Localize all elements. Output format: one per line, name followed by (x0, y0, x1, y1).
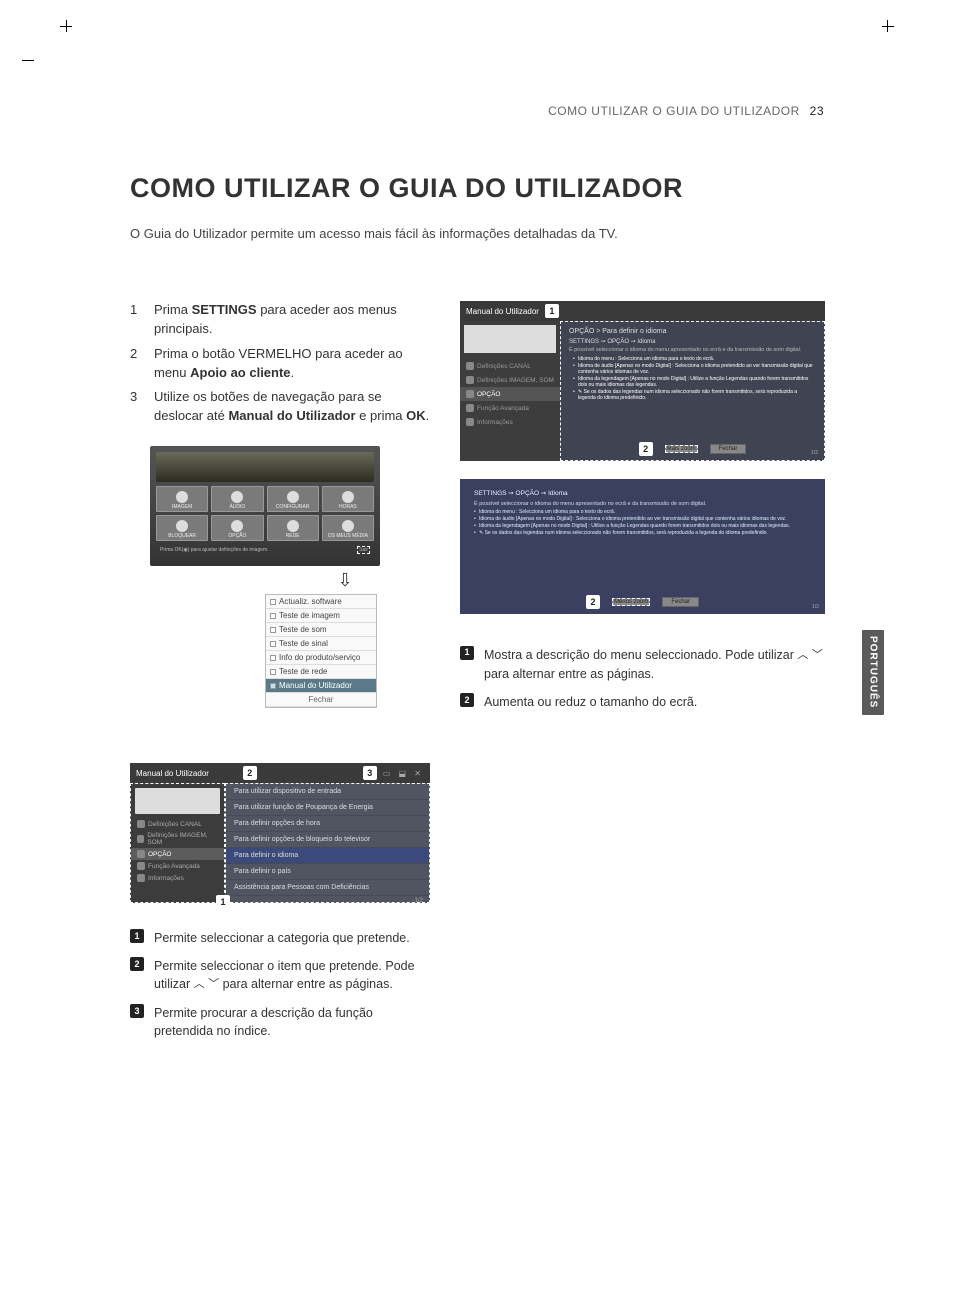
language-side-tab: PORTUGUÊS (862, 630, 884, 715)
left-column: 1 Prima SETTINGS para aceder aos menus p… (130, 301, 430, 1051)
items-panel: Para utilizar dispositivo de entrada Par… (225, 783, 430, 903)
description-text: É possível seleccionar o idioma do menu … (569, 347, 816, 354)
breadcrumb-path: SETTINGS ➙ OPÇÃO ➙ Idioma (474, 489, 811, 497)
callout-badge: 2 (460, 693, 474, 707)
running-head-text: COMO UTILIZAR O GUIA DO UTILIZADOR (548, 104, 800, 118)
breadcrumb: OPÇÃO > Para definir o idioma (569, 328, 816, 335)
chevron-up-icon: ︿ (194, 977, 205, 993)
pager: 1/2 (812, 604, 819, 610)
zoom-in-button: Mais zoom (665, 445, 698, 453)
step-text: Utilize os botões de navegação para se d… (154, 388, 430, 426)
page-number: 23 (810, 104, 824, 118)
callout-badge: 2 (130, 957, 144, 971)
breadcrumb-path: SETTINGS ➙ OPÇÃO ➙ Idioma (569, 338, 816, 345)
left-callouts: 1 Permite seleccionar a categoria que pr… (130, 929, 430, 1040)
tv-footer-exit: Sair (357, 546, 370, 554)
callout-badge: 3 (130, 1004, 144, 1018)
callout-badge: 1 (130, 929, 144, 943)
callout-text: Permite procurar a descrição da função p… (154, 1004, 430, 1040)
description-text: É possível seleccionar o idioma do menu … (474, 501, 811, 507)
callout-text: Permite seleccionar a categoria que pret… (154, 929, 430, 947)
category-sidebar: Definições CANAL Definições IMAGEM, SOM … (130, 783, 225, 903)
step-number: 3 (130, 388, 140, 426)
down-arrow-icon: ⇩ (260, 570, 430, 591)
steps-list: 1 Prima SETTINGS para aceder aos menus p… (130, 301, 430, 426)
chevron-down-icon: ﹀ (208, 977, 219, 993)
chevron-down-icon: ﹀ (812, 648, 823, 664)
user-manual-zoomed-screenshot: SETTINGS ➙ OPÇÃO ➙ Idioma É possível sel… (460, 479, 825, 614)
step-number: 2 (130, 345, 140, 383)
menu-tile: ÁUDIO (211, 486, 263, 512)
callout-badge-1: 1 (216, 895, 230, 909)
close-button: Fechar (710, 444, 747, 454)
chevron-up-icon: ︿ (797, 648, 808, 664)
page-title: COMO UTILIZAR O GUIA DO UTILIZADOR (130, 173, 824, 204)
support-dropdown-screenshot: Actualiz. software Teste de imagem Teste… (265, 594, 377, 708)
pager: 1/2 (811, 450, 818, 456)
callout-text: Mostra a descrição do menu seleccionado.… (484, 646, 825, 683)
zoom-out-button: Menos zoom (612, 598, 650, 606)
menu-tile: IMAGEM (156, 486, 208, 512)
callout-badge-1: 1 (545, 304, 559, 318)
callout-text: Permite seleccionar o item que pretende.… (154, 957, 430, 994)
window-title: Manual do Utilizador (466, 307, 539, 316)
callout-badge-3: 3 (363, 766, 377, 780)
callout-text: Aumenta ou reduz o tamanho do ecrã. (484, 693, 825, 711)
callout-badge-2: 2 (243, 766, 257, 780)
window-title: Manual do Utilizador (136, 769, 209, 778)
running-head: COMO UTILIZAR O GUIA DO UTILIZADOR 23 (130, 104, 824, 118)
menu-tile: OPÇÃO (211, 515, 263, 541)
menu-tile: HORAS (322, 486, 374, 512)
callout-badge-2: 2 (586, 595, 600, 609)
menu-tile: CONFIGURAR (267, 486, 319, 512)
right-callouts: 1 Mostra a descrição do menu seleccionad… (460, 646, 825, 711)
user-manual-detail-screenshot: Manual do Utilizador 1 Definições CANAL … (460, 301, 825, 461)
close-button: Fechar (662, 597, 699, 607)
menu-tile: REDE (267, 515, 319, 541)
user-manual-categories-screenshot: Manual do Utilizador 2 3 ▭ ⬓ ✕ Definiçõe… (130, 763, 430, 903)
step-text: Prima SETTINGS para aceder aos menus pri… (154, 301, 430, 339)
step-text: Prima o botão VERMELHO para aceder ao me… (154, 345, 430, 383)
tv-main-menu-screenshot: IMAGEM ÁUDIO CONFIGURAR HORAS BLOQUEAR O… (150, 446, 380, 566)
menu-tile: OS MEUS MÉDIA (322, 515, 374, 541)
tv-footer-hint: Prima OK(◉) para ajustar definições de i… (160, 547, 269, 553)
callout-badge-2: 2 (639, 442, 653, 456)
step-number: 1 (130, 301, 140, 339)
right-column: Manual do Utilizador 1 Definições CANAL … (460, 301, 825, 1051)
page: COMO UTILIZAR O GUIA DO UTILIZADOR 23 CO… (70, 40, 884, 1251)
callout-badge: 1 (460, 646, 474, 660)
menu-tile: BLOQUEAR (156, 515, 208, 541)
window-controls-icon: ▭ ⬓ ✕ (383, 769, 424, 778)
intro-text: O Guia do Utilizador permite um acesso m… (130, 226, 824, 241)
